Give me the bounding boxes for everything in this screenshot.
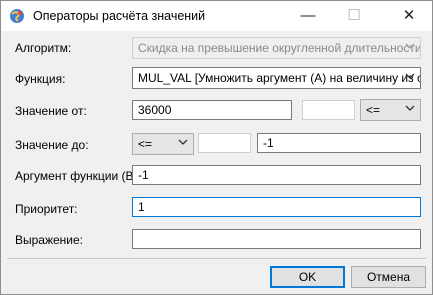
value-to-label: Значение до: xyxy=(15,138,89,152)
algorithm-select: Скидка на превышение округленной длитель… xyxy=(132,37,421,59)
algorithm-value: Скидка на превышение округленной длитель… xyxy=(138,41,421,55)
algorithm-label: Алгоритм: xyxy=(15,41,72,55)
value-from-operator: <= xyxy=(366,103,381,117)
function-value: MUL_VAL [Умножить аргумент (А) на величи… xyxy=(138,71,421,85)
title-bar[interactable]: Операторы расчёта значений — ☐ ✕ xyxy=(1,1,432,31)
minimize-button[interactable]: — xyxy=(285,1,331,31)
value-from-label: Значение от: xyxy=(15,104,87,118)
value-to-operator: <= xyxy=(138,137,153,151)
ok-button[interactable]: OK xyxy=(270,266,345,288)
window-title: Операторы расчёта значений xyxy=(33,9,206,23)
maximize-button[interactable]: ☐ xyxy=(331,1,377,31)
globe-app-icon xyxy=(10,9,24,23)
function-label: Функция: xyxy=(15,72,66,86)
priority-label: Приоритет: xyxy=(15,202,78,216)
cancel-button[interactable]: Отмена xyxy=(351,266,426,288)
chevron-down-icon xyxy=(178,139,188,145)
chevron-down-icon xyxy=(405,105,415,111)
chevron-down-icon xyxy=(405,73,415,79)
divider xyxy=(7,258,426,259)
argument-b-input[interactable]: -1 xyxy=(132,165,421,185)
function-select[interactable]: MUL_VAL [Умножить аргумент (А) на величи… xyxy=(132,67,421,89)
chevron-down-icon xyxy=(405,43,415,49)
argument-b-label: Аргумент функции (В): xyxy=(15,169,141,183)
expression-label: Выражение: xyxy=(15,233,84,247)
operators-dialog: Операторы расчёта значений — ☐ ✕ Алгорит… xyxy=(0,0,433,295)
priority-input[interactable]: 1 xyxy=(132,197,421,217)
value-to-input[interactable]: -1 xyxy=(257,133,421,153)
value-to-extra-input[interactable] xyxy=(198,133,251,153)
expression-input[interactable] xyxy=(132,229,421,249)
value-from-extra-input[interactable] xyxy=(302,100,355,120)
close-button[interactable]: ✕ xyxy=(386,1,432,31)
value-from-input[interactable]: 36000 xyxy=(132,100,292,120)
value-to-operator-select[interactable]: <= xyxy=(132,133,194,155)
value-from-operator-select[interactable]: <= xyxy=(360,99,421,121)
